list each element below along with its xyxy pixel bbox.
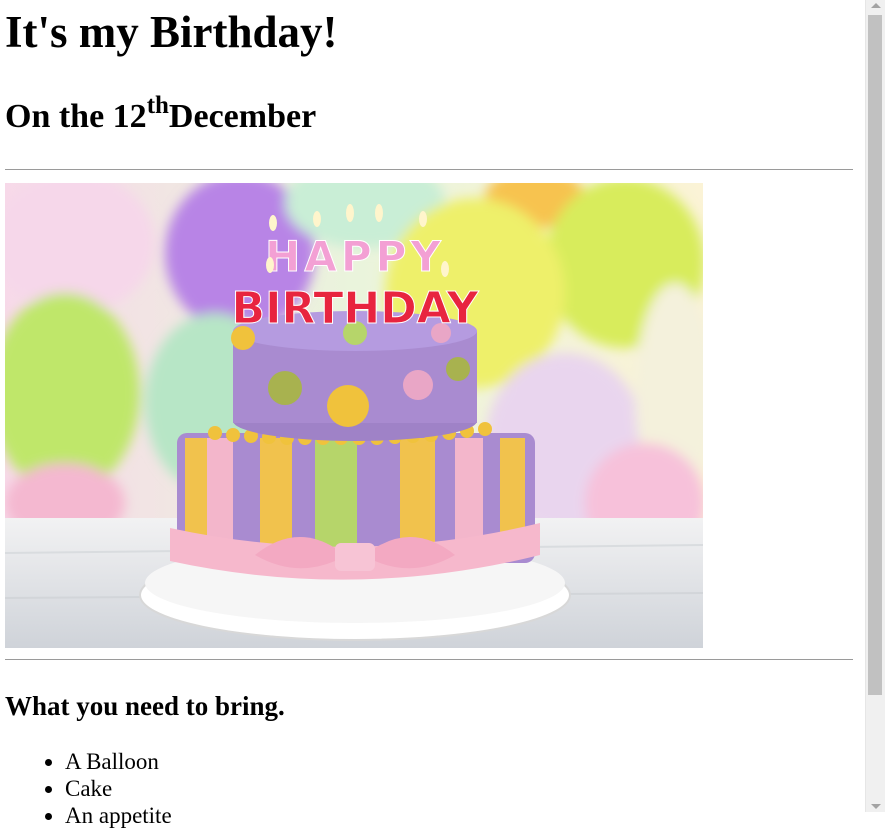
page-title: It's my Birthday! [5, 7, 338, 57]
date-ordinal-suffix: th [146, 92, 169, 119]
bring-heading: What you need to bring. [5, 691, 285, 721]
list-item: A Balloon [65, 748, 172, 775]
list-item: An appetite [65, 802, 172, 829]
scrollbar-thumb[interactable] [868, 15, 882, 695]
bring-list: A Balloon Cake An appetite [5, 748, 172, 829]
cake-candles-birthday: BIRTHDAY [232, 283, 480, 334]
list-item: Cake [65, 775, 172, 802]
scroll-down-arrow-icon[interactable] [871, 804, 881, 809]
date-prefix: On the 12 [5, 98, 147, 135]
date-month: December [168, 98, 317, 135]
vertical-scrollbar[interactable] [865, 0, 885, 812]
scroll-up-arrow-icon[interactable] [871, 3, 881, 8]
divider-bottom [5, 659, 853, 660]
divider-top [5, 169, 853, 170]
birthday-date-heading: On the 12thDecember [5, 92, 317, 140]
birthday-cake-image: HAPPY BIRTHDAY [5, 183, 703, 648]
cake-candles-happy: HAPPY [265, 232, 445, 281]
